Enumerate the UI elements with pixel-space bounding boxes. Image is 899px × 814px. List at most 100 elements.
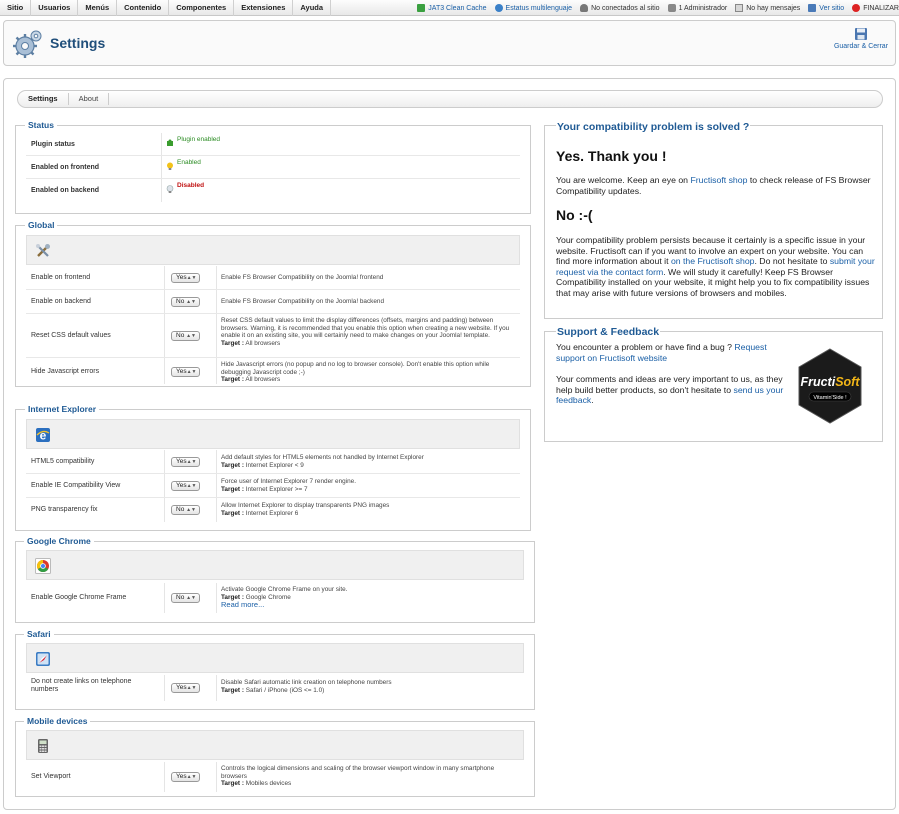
support-text-2b: . — [591, 395, 594, 406]
tab-about[interactable]: About — [69, 93, 110, 105]
admin-users-status: 1 Administrador — [667, 4, 727, 12]
chrome-frame-desc: Activate Google Chrome Frame on your sit… — [221, 586, 520, 610]
reset-css-value: No — [176, 332, 185, 339]
yes-text-1: You are welcome. Keep an eye on — [556, 175, 691, 185]
ie-icon-row: e — [26, 419, 520, 449]
logout-label[interactable]: FINALIZAR — [863, 5, 899, 12]
mobile-icon-row — [26, 730, 524, 760]
viewport-label: Set Viewport — [31, 773, 71, 780]
reset-css-select[interactable]: No ▲▼ — [171, 330, 200, 341]
hide-js-errors-label: Hide Javascript errors — [31, 368, 100, 375]
tab-settings[interactable]: Settings — [18, 93, 69, 105]
table-row: Plugin status Plugin enabled — [26, 133, 520, 156]
ie-compat-view-select[interactable]: Yes ▲▼ — [171, 480, 200, 491]
fructisoft-shop-info-link[interactable]: on the Fructisoft shop — [671, 256, 755, 266]
enable-backend-desc: Enable FS Browser Compatibility on the J… — [221, 298, 385, 305]
enable-backend-select[interactable]: No ▲▼ — [171, 296, 200, 307]
reset-css-desc-text: Reset CSS default values to limit the di… — [221, 317, 510, 339]
select-arrows-icon: ▲▼ — [186, 368, 197, 375]
users-icon — [667, 4, 676, 12]
ie-compat-view-target: Internet Explorer >= 7 — [245, 485, 308, 493]
svg-text:e: e — [40, 429, 47, 443]
png-fix-desc-text: Allow Internet Explorer to display trans… — [221, 502, 390, 509]
select-arrows-icon: ▲▼ — [186, 594, 196, 601]
menu-contenido[interactable]: Contenido — [117, 0, 170, 16]
safari-section: Safari Do not create links on telephone … — [15, 629, 535, 710]
mobile-section: Mobile devices Set Viewport Yes ▲▼ Contro… — [15, 716, 535, 797]
lightbulb-off-icon — [166, 185, 174, 193]
chrome-frame-select[interactable]: No ▲▼ — [171, 592, 200, 603]
no-heading: No :-( — [556, 207, 593, 223]
page-title: Settings — [50, 35, 106, 51]
ie-compat-view-desc-text: Force user of Internet Explorer 7 render… — [221, 478, 356, 485]
png-fix-select[interactable]: No ▲▼ — [171, 504, 200, 515]
menu-usuarios[interactable]: Usuarios — [31, 0, 79, 16]
menu-ayuda[interactable]: Ayuda — [293, 0, 332, 16]
plugin-status-label: Plugin status — [31, 141, 75, 148]
site-users-status: No conectados al sitio — [580, 4, 660, 12]
menu-extensiones[interactable]: Extensiones — [234, 0, 294, 16]
select-arrows-icon: ▲▼ — [186, 298, 196, 305]
global-section-title: Global — [25, 220, 58, 230]
ie-section: Internet Explorer e HTML5 compatibility … — [15, 404, 531, 531]
support-text-2: Your comments and ideas are very importa… — [556, 374, 786, 406]
admin-menu-bar: Sitio Usuarios Menús Contenido Component… — [0, 0, 899, 16]
menu-componentes[interactable]: Componentes — [169, 0, 235, 16]
power-icon — [852, 4, 861, 12]
gears-icon — [13, 30, 42, 58]
no-text-2: . Do not hesitate to — [754, 256, 830, 267]
view-site-label[interactable]: Ver sitio — [819, 5, 844, 12]
viewport-desc: Controls the logical dimensions and scal… — [221, 765, 520, 788]
chrome-frame-value: No — [176, 594, 185, 601]
phone-links-label: Do not create links on telephone numbers — [31, 678, 132, 693]
messages-label: No hay mensajes — [746, 4, 801, 12]
logo-name-part-2: Soft — [835, 375, 860, 389]
backend-status-text: Disabled — [177, 182, 205, 189]
viewport-value: Yes — [176, 773, 187, 780]
reset-css-desc: Reset CSS default values to limit the di… — [221, 317, 516, 347]
no-text: Your compatibility problem persists beca… — [556, 235, 876, 299]
enable-frontend-select[interactable]: Yes ▲▼ — [171, 272, 200, 283]
multilanguage-label[interactable]: Estatus multilenguaje — [506, 5, 573, 12]
table-row: Set Viewport Yes ▲▼ Controls the logical … — [26, 762, 524, 792]
view-site-link[interactable]: Ver sitio — [808, 4, 844, 12]
save-close-button[interactable]: Guardar & Cerrar — [831, 27, 891, 50]
table-row: Hide Javascript errors Yes ▲▼ Hide Javasc… — [26, 358, 520, 384]
messages-status: No hay mensajes — [735, 4, 800, 12]
html5-value: Yes — [176, 458, 187, 465]
table-row: Enable on backend No ▲▼ Enable FS Browser… — [26, 290, 520, 314]
enable-frontend-value: Yes — [176, 274, 187, 281]
table-row: Enable on frontend Yes ▲▼ Enable FS Brows… — [26, 266, 520, 290]
hide-js-errors-select[interactable]: Yes ▲▼ — [171, 366, 200, 377]
fructisoft-logo: FructiSoft Vitamin'Side ! — [798, 348, 862, 424]
html5-desc: Add default styles for HTML5 elements no… — [221, 454, 516, 469]
phone-links-select[interactable]: Yes ▲▼ — [171, 682, 200, 693]
status-bar: JAT3 Clean Cache Estatus multilenguaje N… — [409, 0, 899, 16]
html5-select[interactable]: Yes ▲▼ — [171, 456, 200, 467]
global-section: Global Enable on frontend Yes ▲▼ Enable F… — [15, 220, 531, 387]
hide-js-errors-target: All browsers — [245, 376, 281, 383]
select-arrows-icon: ▲▼ — [186, 274, 197, 281]
compatibility-panel-title: Your compatibility problem is solved ? — [556, 121, 751, 133]
viewport-select[interactable]: Yes ▲▼ — [171, 771, 200, 782]
menu-sitio[interactable]: Sitio — [0, 0, 32, 16]
clean-cache-link[interactable]: JAT3 Clean Cache — [417, 4, 487, 12]
mobile-section-title: Mobile devices — [24, 716, 91, 726]
chrome-frame-desc-text: Activate Google Chrome Frame on your sit… — [221, 586, 348, 593]
multilanguage-link[interactable]: Estatus multilenguaje — [494, 4, 573, 12]
frontend-status-text: Enabled — [177, 159, 201, 166]
html5-desc-text: Add default styles for HTML5 elements no… — [221, 454, 424, 461]
png-fix-label: PNG transparency fix — [31, 506, 98, 513]
read-more-link[interactable]: Read more... — [221, 600, 264, 609]
plugin-status-text: Plugin enabled — [177, 136, 221, 143]
save-icon — [855, 28, 867, 40]
fructisoft-shop-link[interactable]: Fructisoft shop — [690, 175, 747, 185]
clean-cache-label[interactable]: JAT3 Clean Cache — [428, 5, 486, 12]
backend-status-value: Disabled — [166, 182, 204, 193]
target-label: Target : — [221, 485, 244, 493]
menu-menus[interactable]: Menús — [78, 0, 118, 16]
logout-link[interactable]: FINALIZAR — [852, 4, 899, 12]
table-row: Do not create links on telephone numbers… — [26, 675, 524, 701]
chrome-section: Google Chrome Enable Google Chrome Frame… — [15, 536, 535, 623]
enable-frontend-desc: Enable FS Browser Compatibility on the J… — [221, 274, 384, 281]
